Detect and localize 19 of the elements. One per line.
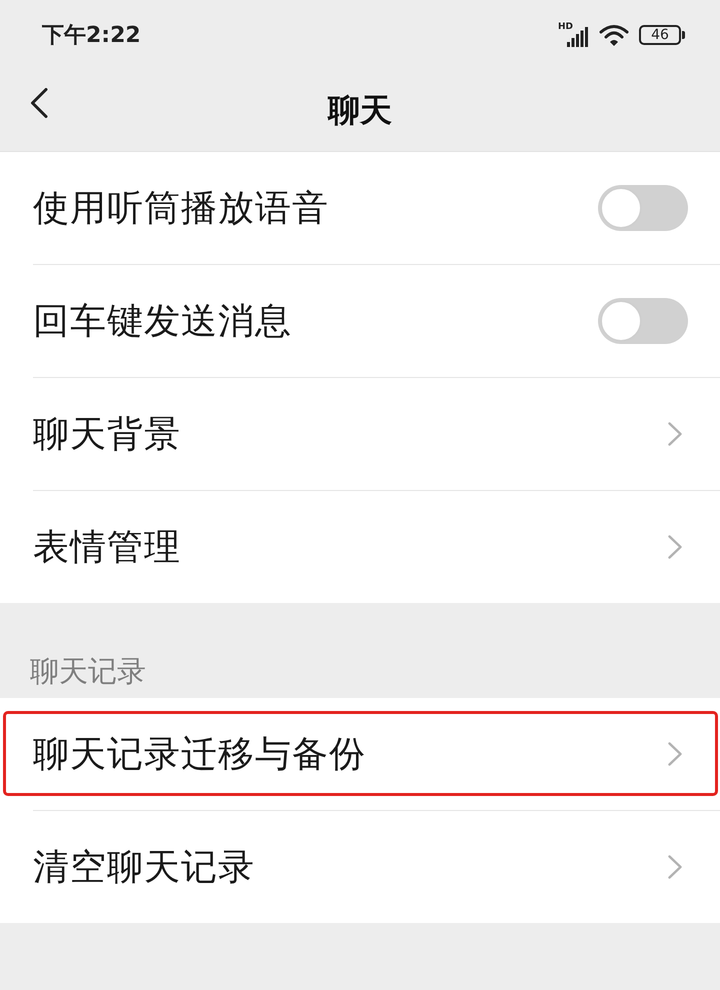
menu-item[interactable]: 聊天背景 bbox=[0, 378, 720, 490]
toggle-switch[interactable] bbox=[598, 298, 688, 344]
setting-label: 使用听筒播放语音 bbox=[33, 186, 329, 230]
chevron-right-icon bbox=[668, 855, 682, 879]
back-icon[interactable] bbox=[30, 88, 48, 118]
status-time: 下午2:22 bbox=[42, 22, 141, 50]
wifi-icon bbox=[599, 24, 629, 46]
menu-item[interactable]: 聊天记录迁移与备份 bbox=[0, 698, 720, 810]
section-header: 聊天记录 bbox=[29, 653, 147, 690]
chevron-right-icon bbox=[668, 422, 682, 446]
toggle-switch[interactable] bbox=[598, 185, 688, 231]
network-type-label: HD bbox=[558, 23, 573, 32]
setting-label: 回车键发送消息 bbox=[33, 300, 292, 344]
chevron-right-icon bbox=[668, 535, 682, 559]
menu-item[interactable]: 表情管理 bbox=[0, 491, 720, 603]
signal-icon bbox=[567, 27, 589, 47]
menu-item[interactable]: 清空聊天记录 bbox=[0, 811, 720, 923]
page-title: 聊天 bbox=[328, 90, 392, 130]
chevron-right-icon bbox=[668, 742, 682, 766]
